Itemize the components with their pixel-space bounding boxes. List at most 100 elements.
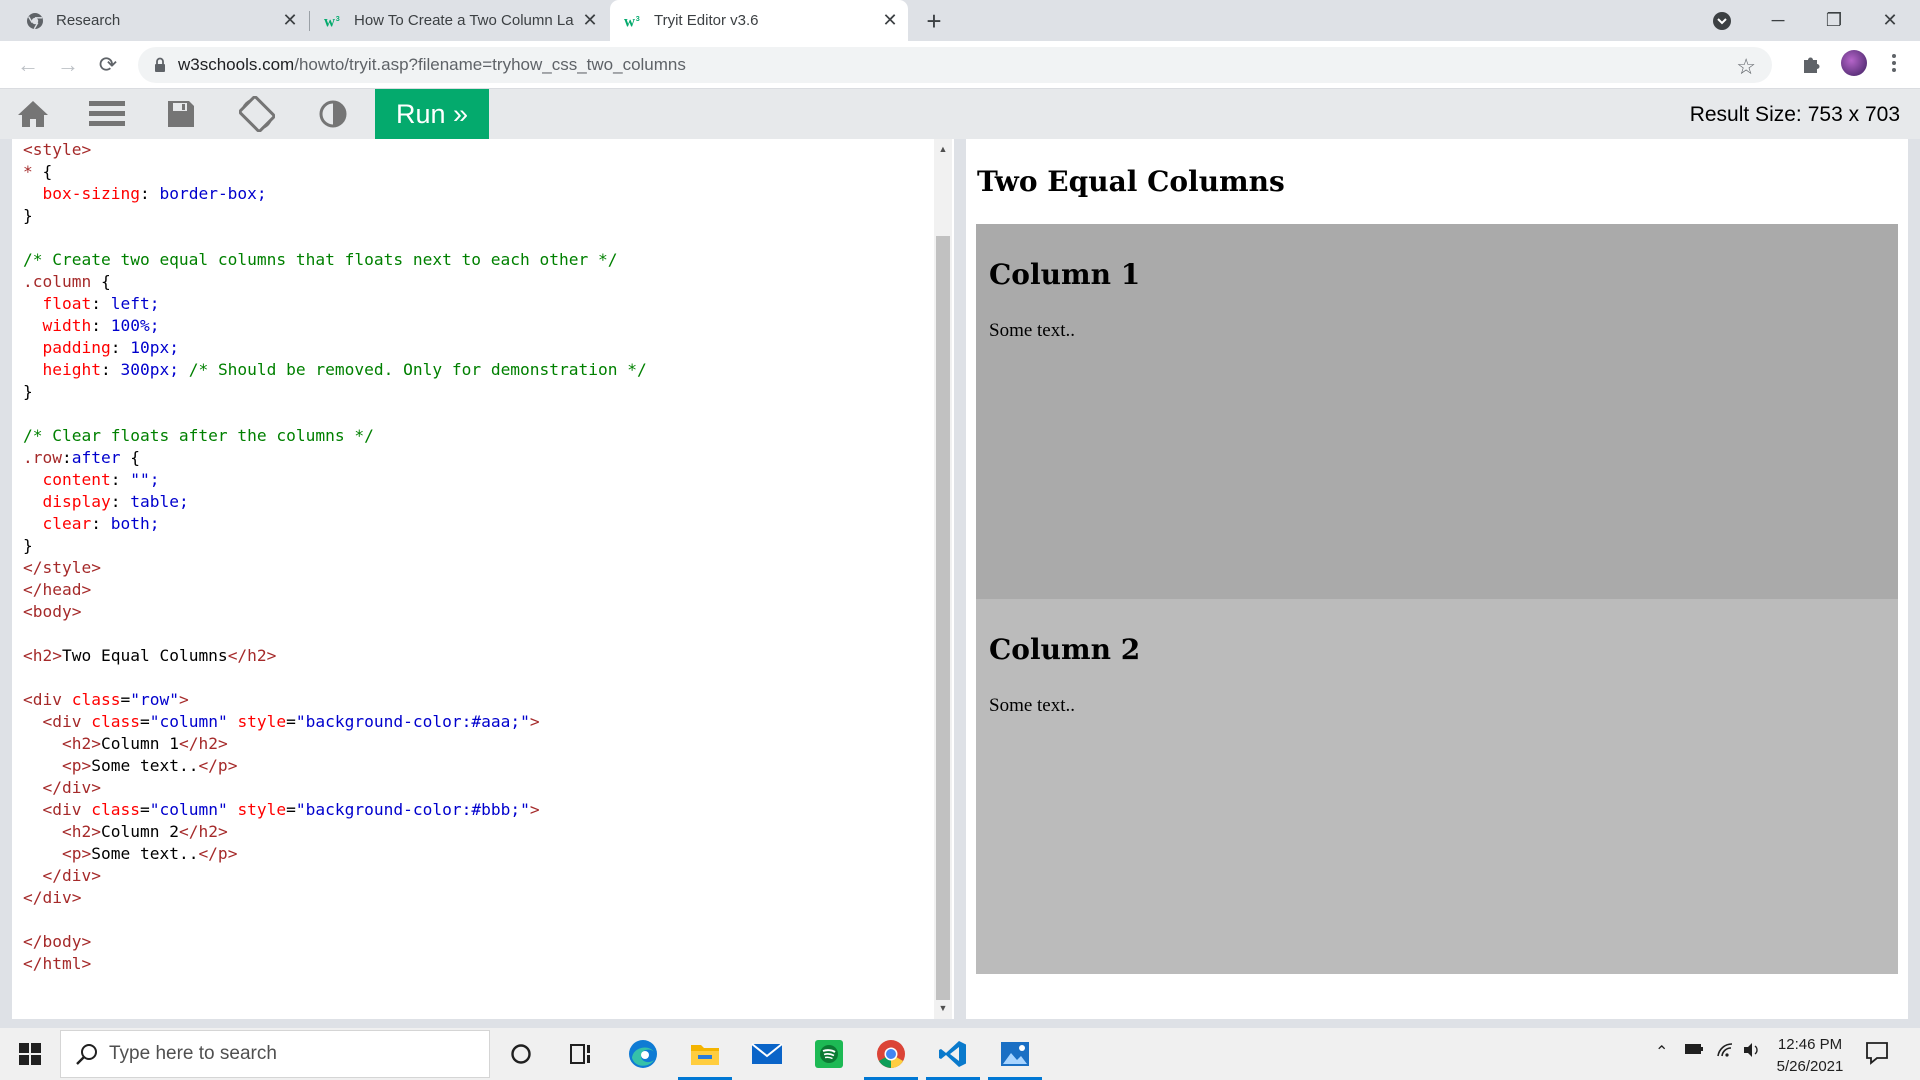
file-explorer-icon[interactable]: [674, 1028, 736, 1080]
cortana-icon[interactable]: [490, 1028, 552, 1080]
spotify-icon[interactable]: [798, 1028, 860, 1080]
tab-research[interactable]: Research ✕: [0, 0, 308, 41]
photos-icon[interactable]: [984, 1028, 1046, 1080]
code-line: <div class="column" style="background-co…: [42, 712, 540, 731]
taskbar-clock[interactable]: 12:46 PM 5/26/2021: [1765, 1034, 1855, 1078]
theme-icon[interactable]: [314, 97, 352, 131]
search-icon: [75, 1043, 99, 1073]
code-line: <h2>Column 2</h2>: [61, 822, 228, 841]
taskbar-search-box[interactable]: Type here to search: [60, 1030, 490, 1078]
code-line: }: [23, 536, 33, 555]
scroll-up-arrow-icon[interactable]: ▲: [934, 141, 952, 157]
svg-text:3: 3: [636, 14, 640, 23]
code-line: <h2>Two Equal Columns</h2>: [23, 646, 277, 665]
code-line: box-sizing: border-box;: [42, 184, 267, 203]
wifi-icon[interactable]: [1716, 1042, 1736, 1063]
save-icon[interactable]: [162, 97, 200, 131]
profile-avatar[interactable]: [1841, 50, 1867, 76]
chrome-icon[interactable]: [860, 1028, 922, 1080]
code-line: /* Clear floats after the columns */: [23, 426, 374, 445]
restore-button[interactable]: ❐: [1804, 0, 1864, 41]
code-line: </head>: [23, 580, 92, 599]
code-line: <style>: [23, 140, 92, 159]
code-line: <body>: [23, 602, 82, 621]
bookmark-star-icon[interactable]: ☆: [1736, 54, 1756, 80]
tab-tryit-editor[interactable]: w3 Tryit Editor v3.6 ✕: [610, 0, 908, 41]
close-tab-icon[interactable]: ✕: [280, 10, 300, 30]
menu-icon[interactable]: [88, 97, 126, 131]
forward-button[interactable]: →: [54, 51, 82, 79]
battery-icon[interactable]: [1684, 1042, 1704, 1061]
tab-search-button[interactable]: [1692, 0, 1752, 41]
code-line: .row:after {: [23, 448, 140, 467]
result-size: Result Size: 753 x 703: [1690, 103, 1900, 127]
code-line: </div>: [42, 866, 101, 885]
code-line: clear: both;: [42, 514, 160, 533]
code-line: /* Create two equal columns that floats …: [23, 250, 618, 269]
code-line: <h2>Column 1</h2>: [61, 734, 228, 753]
code-line: <div class="column" style="background-co…: [42, 800, 540, 819]
code-line: .column {: [23, 272, 111, 291]
minimize-button[interactable]: ─: [1748, 0, 1808, 41]
code-line: }: [23, 382, 33, 401]
browser-tab-strip: Research ✕ w3 How To Create a Two Column…: [0, 0, 1920, 41]
task-view-icon[interactable]: [550, 1028, 612, 1080]
result-column-1: Column 1 Some text..: [976, 224, 1898, 599]
address-bar[interactable]: w3schools.com/howto/tryit.asp?filename=t…: [138, 47, 1772, 83]
code-line: display: table;: [42, 492, 189, 511]
search-placeholder: Type here to search: [109, 1043, 277, 1064]
column-title: Column 1: [989, 258, 1141, 291]
windows-start-button[interactable]: [0, 1028, 60, 1080]
code-line: </style>: [23, 558, 101, 577]
reload-button[interactable]: ⟳: [94, 51, 122, 79]
edge-icon[interactable]: [612, 1028, 674, 1080]
windows-taskbar: Type here to search ⌃ 12:46 PM 5/26/2021: [0, 1028, 1920, 1080]
tab-title: Research: [56, 12, 121, 29]
rotate-icon[interactable]: [238, 96, 276, 132]
w3schools-icon: w3: [624, 12, 642, 30]
run-button[interactable]: Run »: [375, 89, 489, 139]
code-line: width: 100%;: [42, 316, 160, 335]
tab-title: Tryit Editor v3.6: [654, 12, 759, 29]
new-tab-button[interactable]: +: [920, 6, 948, 36]
chrome-menu-button[interactable]: [1886, 50, 1902, 76]
column-title: Column 2: [989, 633, 1141, 666]
code-line: </body>: [23, 932, 92, 951]
svg-text:3: 3: [336, 14, 340, 23]
show-hidden-icons-chevron-icon[interactable]: ⌃: [1655, 1042, 1668, 1062]
column-text: Some text..: [989, 320, 1076, 341]
close-tab-icon[interactable]: ✕: [580, 10, 600, 30]
scroll-down-arrow-icon[interactable]: ▼: [934, 1000, 952, 1016]
close-tab-icon[interactable]: ✕: [880, 10, 900, 30]
code-line: height: 300px; /* Should be removed. Onl…: [42, 360, 647, 379]
volume-icon[interactable]: [1742, 1042, 1762, 1063]
code-content[interactable]: <style> * { box-sizing: border-box;} /* C…: [23, 139, 647, 975]
clock-date: 5/26/2021: [1776, 1058, 1844, 1075]
code-line: </div>: [23, 888, 82, 907]
editor-scrollbar-thumb[interactable]: [936, 236, 950, 1000]
result-column-2: Column 2 Some text..: [976, 599, 1898, 974]
url-path: /howto/tryit.asp?filename=tryhow_css_two…: [294, 55, 686, 74]
code-line: <p>Some text..</p>: [61, 844, 238, 863]
code-editor[interactable]: <style> * { box-sizing: border-box;} /* C…: [12, 139, 954, 1019]
svg-text:w: w: [324, 13, 335, 29]
column-text: Some text..: [989, 695, 1076, 716]
close-window-button[interactable]: ✕: [1860, 0, 1920, 41]
result-size-value: 753 x 703: [1807, 103, 1900, 126]
tab-title: How To Create a Two Column La: [354, 12, 574, 29]
extensions-puzzle-icon[interactable]: [1800, 51, 1824, 75]
home-icon[interactable]: [14, 97, 52, 131]
result-pane: Two Equal Columns Column 1 Some text.. C…: [966, 139, 1908, 1019]
svg-text:w: w: [624, 13, 635, 29]
back-button[interactable]: ←: [14, 51, 42, 79]
notification-center-icon[interactable]: [1864, 1040, 1892, 1068]
mail-icon[interactable]: [736, 1028, 798, 1080]
w3schools-icon: w3: [324, 12, 342, 30]
tab-how-to-two-column[interactable]: w3 How To Create a Two Column La ✕: [310, 0, 608, 41]
vscode-icon[interactable]: [922, 1028, 984, 1080]
clock-time: 12:46 PM: [1777, 1036, 1843, 1053]
